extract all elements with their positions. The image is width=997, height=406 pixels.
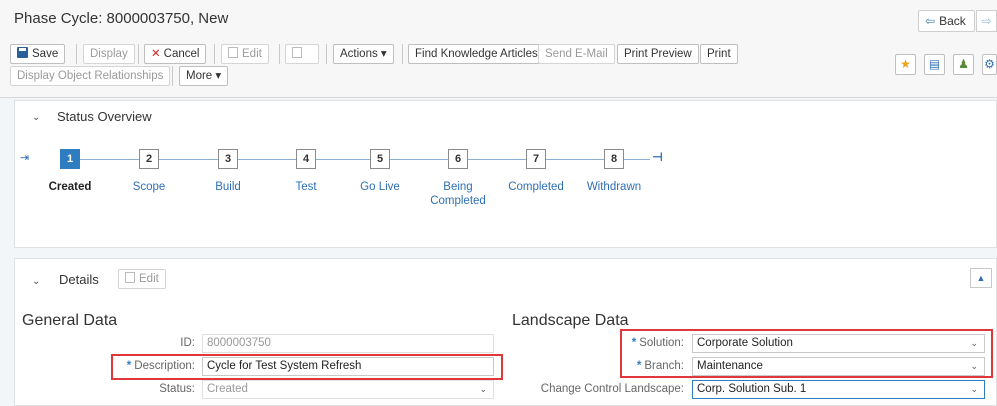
back-button[interactable]: ⇦ Back [918,10,975,32]
details-title: Details [59,272,99,287]
save-button[interactable]: Save [10,44,66,64]
collapse-chevron-icon[interactable]: ⌄ [32,112,40,123]
general-data-title: General Data [22,312,118,329]
status-label-created: Created [48,181,92,193]
status-overview-title: Status Overview [57,109,152,124]
status-label-scope[interactable]: Scope [119,180,179,194]
status-overview-panel [14,100,997,248]
save-icon [17,47,28,58]
status-step-7[interactable]: 7 [526,149,546,169]
status-label-test[interactable]: Test [276,180,336,194]
forward-button[interactable]: ⇨ [976,10,997,32]
toolbar: Save Display ✕ Cancel Edit Actions ▾ Find… [0,36,997,98]
status-end-icon: ⊣ [652,150,663,164]
status-step-8[interactable]: 8 [604,149,624,169]
actions-menu-button[interactable]: Actions ▾ [333,44,394,64]
status-timeline-line [80,159,650,160]
status-label-completed[interactable]: Completed [501,180,571,194]
status-label-being-completed[interactable]: Being Completed [424,180,492,208]
forward-arrow-icon: ⇨ [981,14,992,28]
copy-icon [292,47,302,58]
status-step-6[interactable]: 6 [448,149,468,169]
eject-icon[interactable]: ▲ [970,268,992,288]
status-label: Status: [159,383,195,395]
back-label: Back [939,14,966,28]
notes-icon[interactable]: ▤ [924,54,945,75]
send-email-button[interactable]: Send E-Mail [538,44,615,64]
id-field: 8000003750 [202,334,494,353]
print-button[interactable]: Print [700,44,738,64]
status-step-2[interactable]: 2 [139,149,159,169]
chevron-down-icon: ⌄ [479,384,487,394]
id-label: ID: [180,337,195,349]
landscape-data-title: Landscape Data [512,312,629,329]
status-step-5[interactable]: 5 [370,149,390,169]
cancel-button[interactable]: ✕ Cancel [144,44,207,64]
status-step-1[interactable]: 1 [60,149,80,169]
copy-button[interactable] [285,44,319,64]
details-collapse-chevron-icon[interactable]: ⌄ [32,276,40,287]
close-icon: ✕ [151,48,161,60]
display-button[interactable]: Display [83,44,135,64]
find-knowledge-articles-button[interactable]: Find Knowledge Articles [408,44,545,64]
chevron-down-icon: ⌄ [970,384,978,394]
edit-icon [228,47,238,58]
more-menu-button[interactable]: More ▾ [179,66,229,86]
edit-icon [125,272,135,283]
user-assign-icon[interactable]: ♟ [953,54,974,75]
page-title: Phase Cycle: 8000003750, New [14,10,229,27]
favorite-star-icon[interactable]: ★ [895,54,916,75]
highlight-description [111,354,503,380]
edit-button[interactable]: Edit [221,44,269,64]
highlight-solution-branch [620,329,993,378]
display-object-relationships-button[interactable]: Display Object Relationships [10,66,171,86]
print-preview-button[interactable]: Print Preview [617,44,699,64]
status-label-go-live[interactable]: Go Live [350,180,410,194]
status-label-withdrawn[interactable]: Withdrawn [582,180,646,194]
back-arrow-icon: ⇦ [925,14,936,28]
status-label-build[interactable]: Build [198,180,258,194]
status-step-4[interactable]: 4 [296,149,316,169]
status-start-icon: ⇥ [20,152,30,164]
status-field: Created ⌄ [202,380,494,399]
personalize-icon[interactable]: ⚙ [982,54,997,75]
change-control-landscape-label: Change Control Landscape: [540,383,684,395]
status-step-3[interactable]: 3 [218,149,238,169]
change-control-landscape-select[interactable]: Corp. Solution Sub. 1 ⌄ [692,380,985,399]
details-edit-button[interactable]: Edit [118,269,166,289]
